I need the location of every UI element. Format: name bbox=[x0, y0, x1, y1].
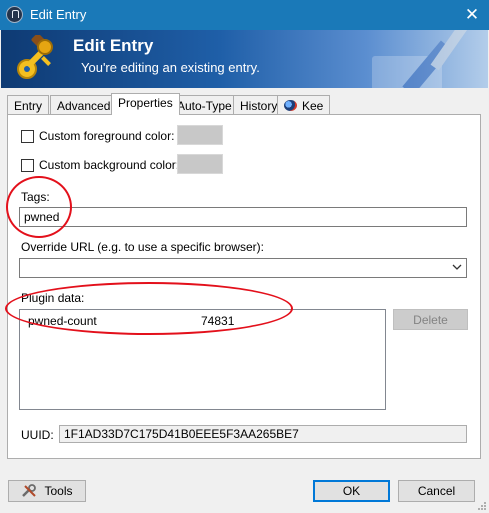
tab-advanced[interactable]: Advanced bbox=[50, 95, 118, 115]
window-title: Edit Entry bbox=[30, 7, 87, 22]
plugin-data-value: 74831 bbox=[201, 314, 235, 328]
fg-color-label: Custom foreground color: bbox=[39, 129, 175, 143]
keys-icon bbox=[17, 35, 53, 79]
bg-color-label: Custom background color: bbox=[39, 158, 180, 172]
tab-label: Auto-Type bbox=[177, 99, 232, 113]
tags-label: Tags: bbox=[21, 190, 50, 204]
tab-properties[interactable]: Properties bbox=[111, 93, 180, 115]
tab-kee[interactable]: Kee bbox=[277, 95, 331, 115]
lock-icon bbox=[6, 6, 23, 23]
tools-label: Tools bbox=[44, 484, 73, 498]
bg-color-option: Custom background color: bbox=[21, 154, 179, 176]
uuid-field[interactable]: 1F1AD33D7C175D41B0EEE5F3AA265BE7 bbox=[59, 425, 467, 443]
cancel-button[interactable]: Cancel bbox=[398, 480, 475, 502]
tab-entry[interactable]: Entry bbox=[7, 95, 50, 115]
override-url-combo[interactable] bbox=[19, 258, 467, 278]
close-button[interactable]: ✕ bbox=[455, 0, 489, 30]
tags-input[interactable]: pwned bbox=[19, 207, 467, 227]
delete-button[interactable]: Delete bbox=[393, 309, 468, 330]
tab-label: History bbox=[240, 99, 278, 113]
pen-decoration-icon bbox=[372, 30, 468, 88]
tools-button[interactable]: Tools bbox=[8, 480, 86, 502]
list-item[interactable]: pwned-count 74831 bbox=[20, 314, 385, 330]
tab-label: Kee bbox=[302, 99, 324, 113]
title-bar: Edit Entry ✕ bbox=[0, 0, 489, 30]
override-url-label: Override URL (e.g. to use a specific bro… bbox=[21, 240, 264, 254]
bg-color-swatch-button[interactable] bbox=[177, 154, 223, 174]
header-banner: Edit Entry You're editing an existing en… bbox=[1, 30, 488, 88]
plugin-data-key: pwned-count bbox=[28, 314, 97, 328]
properties-panel: Custom foreground color: Custom backgrou… bbox=[7, 114, 481, 459]
tab-auto-type[interactable]: Auto-Type bbox=[170, 95, 239, 115]
fg-color-option: Custom foreground color: bbox=[21, 125, 174, 147]
fg-color-checkbox[interactable] bbox=[21, 129, 34, 143]
uuid-label: UUID: bbox=[21, 428, 54, 442]
banner-subtitle: You're editing an existing entry. bbox=[81, 60, 260, 75]
plugin-data-list[interactable]: pwned-count 74831 bbox=[19, 309, 386, 410]
plugin-data-label: Plugin data: bbox=[21, 291, 85, 305]
tab-label: Advanced bbox=[57, 99, 111, 113]
chevron-down-icon[interactable] bbox=[452, 261, 462, 273]
tools-icon bbox=[22, 484, 37, 497]
tab-label: Entry bbox=[14, 99, 43, 113]
bg-color-checkbox[interactable] bbox=[21, 158, 34, 172]
ok-button[interactable]: OK bbox=[313, 480, 390, 502]
banner-title: Edit Entry bbox=[73, 36, 154, 55]
fg-color-swatch-button[interactable] bbox=[177, 125, 223, 145]
resize-grip-icon[interactable] bbox=[477, 501, 487, 511]
kee-globe-icon bbox=[284, 100, 297, 111]
tab-label: Properties bbox=[118, 96, 173, 110]
